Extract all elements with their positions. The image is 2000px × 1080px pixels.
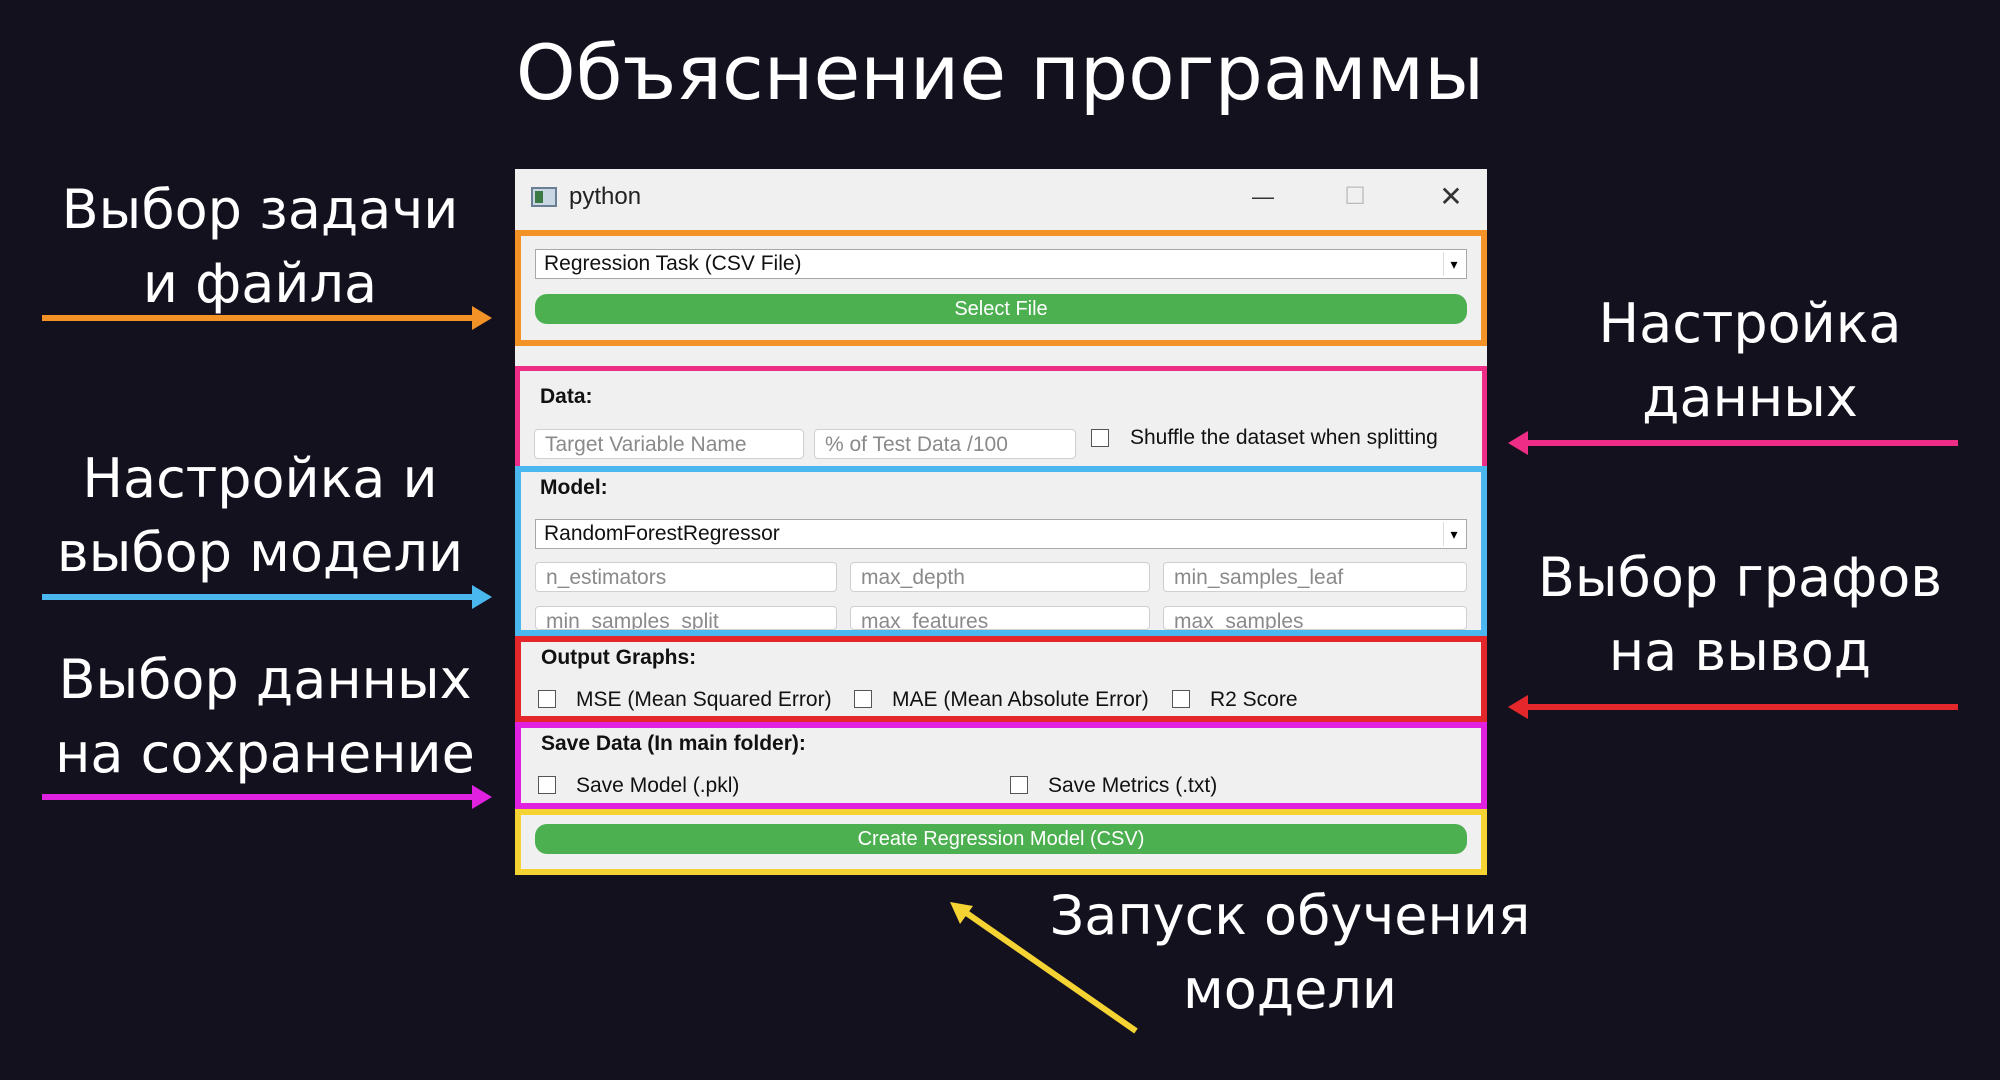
data-header: Data: <box>540 385 593 408</box>
title-bar: python — ☐ ✕ <box>515 169 1487 229</box>
max-samples-input[interactable]: max_samples <box>1163 606 1467 630</box>
window-title: python <box>569 183 642 210</box>
minimize-icon[interactable]: — <box>1233 177 1293 217</box>
chevron-down-icon: ▾ <box>1443 252 1464 276</box>
arrow-model <box>42 585 492 609</box>
model-combobox-value: RandomForestRegressor <box>544 522 780 545</box>
mse-label: MSE (Mean Squared Error) <box>576 688 832 711</box>
model-section: Model: RandomForestRegressor ▾ n_estimat… <box>515 466 1487 636</box>
save-model-checkbox[interactable] <box>538 776 556 794</box>
create-model-button[interactable]: Create Regression Model (CSV) <box>535 824 1467 854</box>
model-header: Model: <box>540 476 608 499</box>
r2-label: R2 Score <box>1210 688 1298 711</box>
max-depth-input[interactable]: max_depth <box>850 562 1150 592</box>
test-data-input[interactable]: % of Test Data /100 <box>814 429 1076 459</box>
target-variable-input[interactable]: Target Variable Name <box>534 429 804 459</box>
run-section: Create Regression Model (CSV) <box>515 809 1487 875</box>
save-model-label: Save Model (.pkl) <box>576 774 740 797</box>
select-file-button[interactable]: Select File <box>535 294 1467 324</box>
task-combobox[interactable]: Regression Task (CSV File) ▾ <box>535 249 1467 279</box>
save-header: Save Data (In main folder): <box>541 732 806 755</box>
save-metrics-checkbox[interactable] <box>1010 776 1028 794</box>
save-metrics-label: Save Metrics (.txt) <box>1048 774 1218 797</box>
python-window-icon <box>531 187 557 207</box>
mae-checkbox[interactable] <box>854 690 872 708</box>
n-estimators-input[interactable]: n_estimators <box>535 562 837 592</box>
data-section: Data: Target Variable Name % of Test Dat… <box>515 366 1487 466</box>
mae-label: MAE (Mean Absolute Error) <box>892 688 1149 711</box>
output-header: Output Graphs: <box>541 646 697 669</box>
task-combobox-value: Regression Task (CSV File) <box>544 252 802 275</box>
min-samples-leaf-input[interactable]: min_samples_leaf <box>1163 562 1467 592</box>
shuffle-checkbox[interactable] <box>1091 429 1109 447</box>
arrow-save <box>42 785 492 809</box>
r2-checkbox[interactable] <box>1172 690 1190 708</box>
model-combobox[interactable]: RandomForestRegressor ▾ <box>535 519 1467 549</box>
shuffle-label: Shuffle the dataset when splitting <box>1130 426 1438 449</box>
output-section: Output Graphs: MSE (Mean Squared Error) … <box>515 636 1487 722</box>
arrow-run <box>950 902 1138 1034</box>
chevron-down-icon: ▾ <box>1443 522 1464 546</box>
save-section: Save Data (In main folder): Save Model (… <box>515 722 1487 809</box>
max-features-input[interactable]: max_features <box>850 606 1150 630</box>
task-section: Regression Task (CSV File) ▾ Select File <box>515 230 1487 346</box>
maximize-icon[interactable]: ☐ <box>1325 177 1385 217</box>
min-samples-split-input[interactable]: min_samples_split <box>535 606 837 630</box>
close-icon[interactable]: ✕ <box>1421 177 1481 217</box>
app-window: python — ☐ ✕ Regression Task (CSV File) … <box>515 169 1487 875</box>
mse-checkbox[interactable] <box>538 690 556 708</box>
arrow-graphs <box>1508 695 1958 719</box>
arrow-task <box>42 306 492 330</box>
arrow-data <box>1508 431 1958 455</box>
